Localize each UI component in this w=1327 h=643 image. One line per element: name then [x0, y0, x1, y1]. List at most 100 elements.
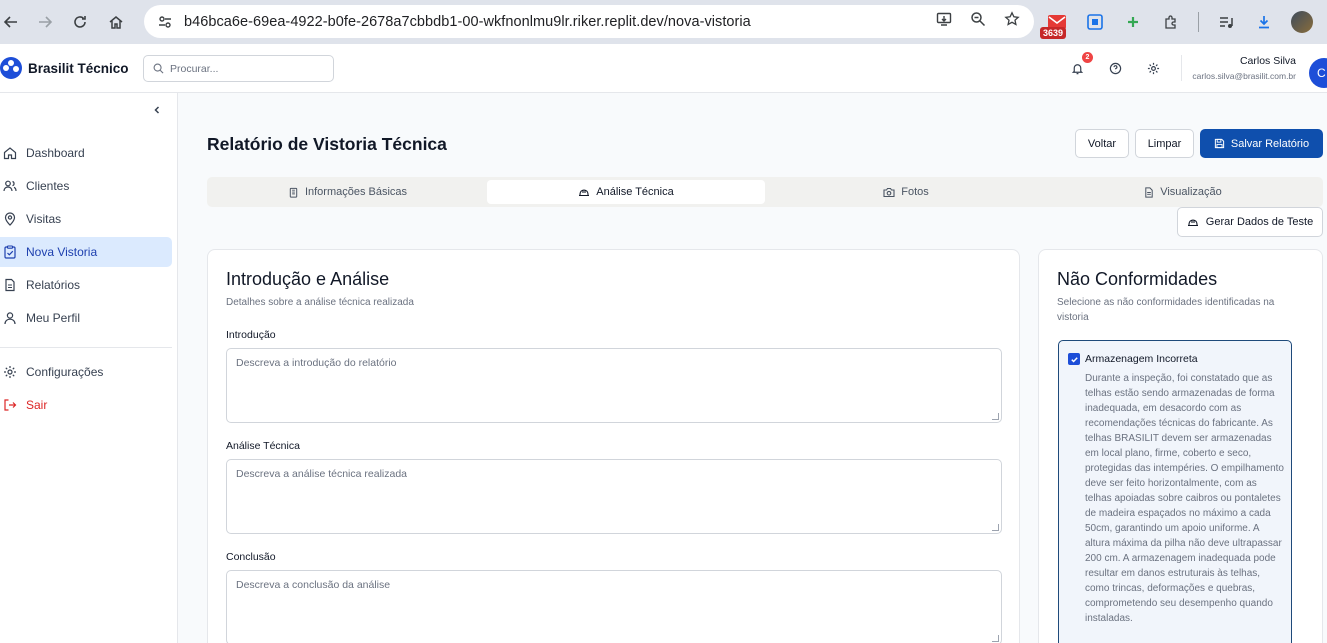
tab-visualizacao[interactable]: Visualização [1047, 180, 1319, 204]
extensions-puzzle-icon[interactable] [1160, 11, 1182, 33]
resize-handle[interactable] [992, 413, 999, 420]
sidebar-item-nova-vistoria[interactable]: Nova Vistoria [0, 237, 172, 267]
url-text: b46bca6e-69ea-4922-b0fe-2678a7cbbdb1-00-… [184, 13, 751, 30]
save-icon [1214, 138, 1224, 149]
card-title: Não Conformidades [1057, 269, 1218, 289]
browser-toolbar: b46bca6e-69ea-4922-b0fe-2678a7cbbdb1-00-… [0, 0, 1327, 44]
media-control-icon[interactable] [1215, 11, 1237, 33]
site-info-icon[interactable] [150, 14, 180, 30]
camera-icon [883, 187, 895, 197]
bell-icon [1071, 63, 1083, 74]
check-icon [1070, 356, 1078, 363]
sidebar-item-label: Visitas [26, 212, 62, 226]
profile-avatar[interactable] [1291, 11, 1313, 33]
avatar[interactable]: C [1309, 58, 1327, 88]
save-report-button[interactable]: Salvar Relatório [1200, 129, 1323, 158]
intro-label: Introdução [226, 329, 276, 341]
map-pin-icon [3, 212, 17, 226]
bookmark-star-icon[interactable] [1004, 11, 1020, 32]
screenshot-extension-icon[interactable] [1084, 11, 1106, 33]
sidebar-item-relatorios[interactable]: Relatórios [0, 270, 172, 300]
sidebar-item-sair[interactable]: Sair [0, 390, 172, 420]
hard-hat-icon [1187, 218, 1198, 226]
sidebar-divider [0, 347, 172, 348]
user-name: Carlos Silva [1239, 55, 1296, 67]
plus-extension-icon[interactable] [1122, 11, 1144, 33]
save-button-label: Salvar Relatório [1230, 137, 1310, 150]
tab-label: Fotos [901, 186, 929, 198]
file-text-icon [3, 278, 17, 292]
user-menu[interactable]: Carlos Silva carlos.silva@brasilit.com.b… [1181, 55, 1296, 81]
technical-analysis-placeholder: Descreva a análise técnica realizada [236, 468, 408, 480]
sidebar-item-label: Relatórios [26, 278, 81, 292]
sidebar-item-label: Nova Vistoria [26, 245, 98, 259]
extension-badge: 3639 [1040, 27, 1067, 39]
logout-icon [3, 398, 17, 412]
conclusion-placeholder: Descreva a conclusão da análise [236, 579, 391, 591]
analysis-card: Introdução e Análise Detalhes sobre a an… [207, 249, 1020, 643]
sidebar-item-label: Sair [26, 398, 48, 412]
sidebar-item-clientes[interactable]: Clientes [0, 171, 172, 201]
intro-placeholder: Descreva a introdução do relatório [236, 357, 397, 369]
conclusion-textarea[interactable]: Descreva a conclusão da análise [226, 570, 1002, 643]
brand-logo[interactable]: Brasilit Técnico [0, 57, 129, 79]
sidebar-item-label: Meu Perfil [26, 311, 81, 325]
forward-arrow-icon[interactable] [28, 5, 62, 39]
tab-fotos[interactable]: Fotos [767, 180, 1045, 204]
toolbar-divider [1198, 12, 1199, 32]
user-email: carlos.silva@brasilit.com.br [1192, 71, 1296, 81]
building-icon [289, 187, 298, 198]
reload-icon[interactable] [63, 5, 97, 39]
collapse-sidebar-button[interactable] [152, 103, 162, 118]
conclusion-label: Conclusão [226, 551, 276, 563]
notification-badge: 2 [1082, 52, 1093, 63]
search-input[interactable]: Procurar... [143, 55, 334, 82]
tab-informacoes-basicas[interactable]: Informações Básicas [210, 180, 485, 204]
back-arrow-icon[interactable] [0, 5, 28, 39]
brand-name: Brasilit Técnico [28, 60, 129, 76]
resize-handle[interactable] [992, 635, 999, 642]
technical-analysis-textarea[interactable]: Descreva a análise técnica realizada [226, 459, 1002, 534]
home-icon [3, 146, 17, 160]
brasilit-logo-icon [0, 57, 22, 79]
technical-analysis-label: Análise Técnica [226, 440, 300, 452]
help-circle-icon [1109, 62, 1121, 74]
help-button[interactable] [1106, 59, 1124, 77]
hard-hat-icon [579, 188, 590, 196]
tab-analise-tecnica[interactable]: Análise Técnica [487, 180, 765, 204]
address-bar[interactable]: b46bca6e-69ea-4922-b0fe-2678a7cbbdb1-00-… [144, 5, 1034, 38]
tab-label: Visualização [1160, 186, 1222, 198]
sidebar-item-dashboard[interactable]: Dashboard [0, 138, 172, 168]
sidebar-item-meu-perfil[interactable]: Meu Perfil [0, 303, 172, 333]
gear-icon [1147, 62, 1159, 74]
card-subtitle: Detalhes sobre a análise técnica realiza… [226, 297, 414, 308]
users-icon [3, 179, 17, 193]
card-title: Introdução e Análise [226, 269, 390, 289]
sidebar-item-configuracoes[interactable]: Configurações [0, 357, 172, 387]
downloads-icon[interactable] [1253, 11, 1275, 33]
user-icon [3, 311, 17, 325]
clear-button[interactable]: Limpar [1135, 129, 1194, 158]
app-header: Brasilit Técnico Procurar... 2 Carlos Si… [0, 44, 1327, 93]
tab-label: Informações Básicas [304, 186, 408, 198]
chevron-left-icon [154, 106, 160, 114]
notifications-button[interactable]: 2 [1068, 52, 1093, 77]
sidebar-item-label: Dashboard [26, 146, 85, 160]
back-button[interactable]: Voltar [1075, 129, 1129, 158]
settings-button[interactable] [1144, 59, 1162, 77]
clipboard-check-icon [3, 245, 17, 259]
resize-handle[interactable] [992, 524, 999, 531]
sidebar-item-label: Clientes [26, 179, 70, 193]
gmail-extension-icon[interactable]: 3639 [1040, 11, 1068, 39]
zoom-icon[interactable] [970, 11, 986, 32]
tab-list: Informações Básicas Análise Técnica Foto… [207, 177, 1323, 207]
intro-textarea[interactable]: Descreva a introdução do relatório [226, 348, 1002, 423]
home-icon[interactable] [99, 5, 133, 39]
non-conformity-item[interactable]: Armazenagem Incorreta Durante a inspeção… [1058, 340, 1292, 643]
non-conformity-description: Durante a inspeção, foi constatado que a… [1085, 373, 1284, 624]
install-app-icon[interactable] [936, 11, 952, 32]
checkbox[interactable] [1068, 353, 1080, 365]
generate-test-data-button[interactable]: Gerar Dados de Teste [1177, 207, 1323, 237]
sidebar-item-visitas[interactable]: Visitas [0, 204, 172, 234]
tab-label: Análise Técnica [596, 186, 674, 198]
